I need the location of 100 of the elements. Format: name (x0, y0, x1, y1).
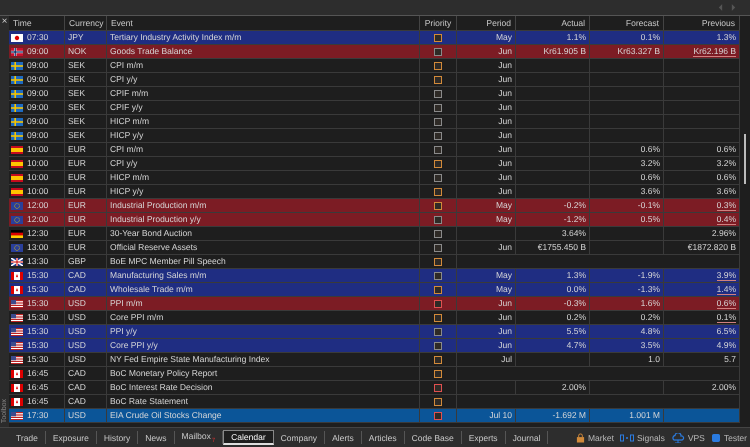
calendar-row[interactable]: 16:45 CAD BoC Interest Rate Decision 2.00% 2.00% (9, 381, 740, 395)
panel-tab[interactable]: Company (274, 431, 326, 444)
period-cell: Jun (457, 171, 516, 184)
currency-cell: CAD (65, 367, 107, 380)
calendar-row[interactable]: 10:00 EUR CPI m/m Jun 0.6% 0.6% (9, 143, 740, 157)
forecast-value: -1.9% (590, 269, 664, 282)
event-time: 09:00 (27, 73, 48, 86)
event-name: Industrial Production y/y (107, 213, 420, 226)
scroll-left-icon[interactable] (718, 4, 723, 11)
calendar-row[interactable]: 09:00 SEK CPIF y/y Jun (9, 101, 740, 115)
actual-value: 5.5% (516, 325, 590, 338)
period-cell: Jun (457, 325, 516, 338)
calendar-row[interactable]: 13:00 EUR Official Reserve Assets Jun €1755.450 B €1872.820 B (9, 241, 740, 255)
currency-cell: NOK (65, 45, 107, 58)
scrollbar-thumb[interactable] (744, 134, 746, 184)
period-cell: Jun (457, 59, 516, 72)
event-name: CPI y/y (107, 73, 420, 86)
currency-cell: USD (65, 325, 107, 338)
panel-tab[interactable]: Exposure (46, 431, 97, 444)
close-button[interactable]: × (2, 16, 8, 28)
period-cell: Jun (457, 311, 516, 324)
column-header[interactable]: Actual (516, 16, 590, 30)
calendar-row[interactable]: 09:00 SEK CPI m/m Jun (9, 59, 740, 73)
service-button[interactable]: Market (576, 432, 614, 442)
column-header[interactable]: Priority (420, 16, 457, 30)
event-name: EIA Crude Oil Stocks Change (107, 409, 420, 422)
previous-value: 0.6% (716, 298, 736, 309)
calendar-row[interactable]: 16:45 CAD BoC Monetary Policy Report (9, 367, 740, 381)
previous-value: 3.6% (716, 186, 736, 197)
panel-tab[interactable]: Journal (506, 431, 548, 444)
previous-value: 1.3% (716, 32, 736, 43)
period-cell: Jun (457, 115, 516, 128)
event-time: 15:30 (27, 311, 48, 324)
calendar-row[interactable]: 09:00 SEK CPI y/y Jun (9, 73, 740, 87)
calendar-row[interactable]: 12:00 EUR Industrial Production y/y May -1.2% 0.5% 0.4% (9, 213, 740, 227)
panel-tab[interactable]: Code Base (404, 431, 462, 444)
panel-tab[interactable]: News (138, 431, 175, 444)
event-name: Manufacturing Sales m/m (107, 269, 420, 282)
event-name: HICP m/m (107, 171, 420, 184)
period-cell: May (457, 31, 516, 44)
currency-cell: CAD (65, 395, 107, 408)
event-time: 16:45 (27, 395, 48, 408)
panel-tab[interactable]: Experts (462, 431, 506, 444)
calendar-row[interactable]: 09:00 SEK CPIF m/m Jun (9, 87, 740, 101)
previous-value: 0.1% (716, 312, 736, 323)
panel-tab[interactable]: History (96, 431, 138, 444)
scroll-right-icon[interactable] (731, 4, 736, 11)
event-time: 10:00 (27, 143, 48, 156)
calendar-row[interactable]: 12:00 EUR Industrial Production m/m May -0.2% -0.1% 0.3% (9, 199, 740, 213)
calendar-row[interactable]: 15:30 USD Core PPI y/y Jun 4.7% 3.5% 4.9% (9, 339, 740, 353)
previous-value: 0.3% (716, 200, 736, 211)
period-cell: Jul 10 (457, 409, 516, 422)
period-cell: Jun (457, 73, 516, 86)
calendar-row[interactable]: 09:00 SEK HICP y/y Jun (9, 129, 740, 143)
column-header[interactable]: Event (107, 16, 420, 30)
actual-value: 1.1% (516, 31, 590, 44)
actual-value: Kr61.905 B (516, 45, 590, 58)
calendar-row[interactable]: 07:30 JPY Tertiary Industry Activity Index m/m May 1.1% 0.1% 1.3% (9, 31, 740, 45)
event-name: BoE MPC Member Pill Speech (107, 255, 420, 268)
calendar-row[interactable]: 09:00 NOK Goods Trade Balance Jun Kr61.905 B Kr63.327 B Kr62.196 B (9, 45, 740, 59)
currency-cell: SEK (65, 115, 107, 128)
panel-tab[interactable]: Calendar (223, 430, 274, 445)
calendar-row[interactable]: 15:30 USD NY Fed Empire State Manufacturing Index Jul 1.0 5.7 (9, 353, 740, 367)
service-button[interactable]: VPS (670, 432, 705, 442)
period-cell: May (457, 213, 516, 226)
period-cell: Jun (457, 87, 516, 100)
calendar-row[interactable]: 10:00 EUR HICP m/m Jun 0.6% 0.6% (9, 171, 740, 185)
currency-cell: GBP (65, 255, 107, 268)
forecast-value: 0.6% (590, 143, 664, 156)
service-button[interactable]: Signals (620, 432, 665, 442)
actual-value: €1755.450 B (516, 241, 590, 254)
column-header[interactable]: Period (457, 16, 516, 30)
forecast-value: 0.1% (590, 31, 664, 44)
forecast-value: Kr63.327 B (590, 45, 664, 58)
period-cell: Jul (457, 353, 516, 366)
panel-tab[interactable]: Articles (362, 431, 405, 444)
panel-tab[interactable]: Alerts (325, 431, 362, 444)
previous-value: 6.5% (716, 326, 736, 337)
event-time: 09:00 (27, 87, 48, 100)
chip-icon (710, 432, 721, 442)
column-header[interactable]: Time (9, 16, 65, 30)
service-button[interactable]: Tester (710, 432, 747, 442)
column-header[interactable]: Currency (65, 16, 107, 30)
calendar-row[interactable]: 17:30 USD EIA Crude Oil Stocks Change Jul 10 -1.692 M 1.001 M (9, 409, 740, 423)
calendar-row[interactable]: 15:30 USD PPI m/m Jun -0.3% 1.6% 0.6% (9, 297, 740, 311)
calendar-row[interactable]: 15:30 CAD Manufacturing Sales m/m May 1.3% -1.9% 3.9% (9, 269, 740, 283)
currency-cell: USD (65, 339, 107, 352)
event-name: BoC Rate Statement (107, 395, 420, 408)
calendar-row[interactable]: 12:30 EUR 30-Year Bond Auction 3.64% 2.96% (9, 227, 740, 241)
calendar-row[interactable]: 10:00 EUR CPI y/y Jun 3.2% 3.2% (9, 157, 740, 171)
event-name: BoC Monetary Policy Report (107, 367, 420, 380)
column-header[interactable]: Forecast (590, 16, 664, 30)
panel-tab[interactable]: Trade (9, 431, 46, 444)
calendar-row[interactable]: 15:30 CAD Wholesale Trade m/m May 0.0% -1.3% 1.4% (9, 283, 740, 297)
forecast-value: -0.1% (590, 199, 664, 212)
actual-value: 0.0% (516, 283, 590, 296)
actual-value: 1.3% (516, 269, 590, 282)
period-cell: May (457, 269, 516, 282)
calendar-row[interactable]: 09:00 SEK HICP m/m Jun (9, 115, 740, 129)
calendar-row[interactable]: 15:30 USD PPI y/y Jun 5.5% 4.8% 6.5% (9, 325, 740, 339)
